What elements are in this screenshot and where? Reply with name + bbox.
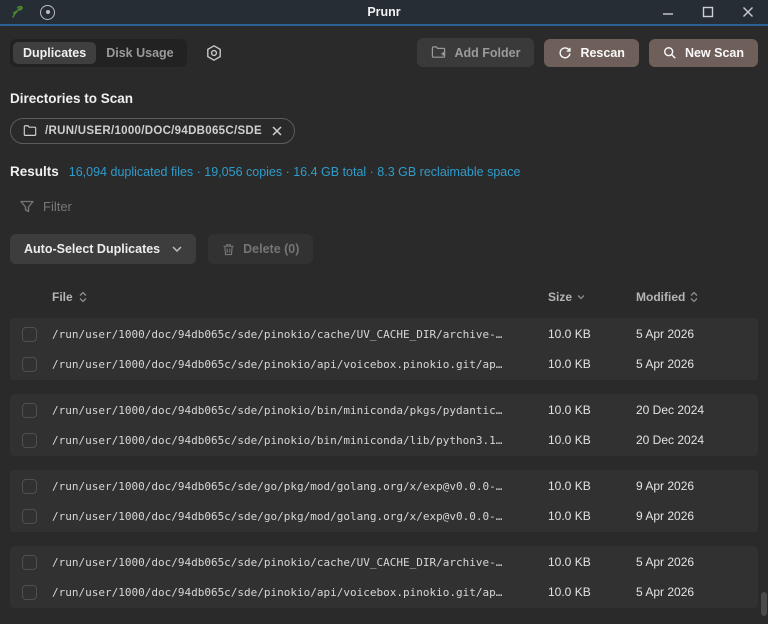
table-row[interactable]: /run/user/1000/doc/94db065c/sde/pinokio/… — [10, 319, 758, 349]
directories-heading: Directories to Scan — [10, 91, 758, 106]
row-checkbox[interactable] — [22, 433, 37, 448]
new-scan-button[interactable]: New Scan — [649, 39, 758, 67]
sort-both-icon — [690, 291, 698, 303]
folder-plus-icon — [431, 45, 446, 60]
file-modified: 5 Apr 2026 — [636, 327, 746, 341]
results-row: Results 16,094 duplicated files · 19,056… — [10, 164, 758, 179]
directory-chip-path: /RUN/USER/1000/DOC/94DB065C/SDE — [45, 125, 262, 137]
file-path: /run/user/1000/doc/94db065c/sde/pinokio/… — [52, 358, 548, 371]
sort-desc-icon — [577, 294, 585, 300]
filter-funnel-icon — [20, 200, 34, 214]
directory-chip: /RUN/USER/1000/DOC/94DB065C/SDE — [10, 118, 295, 144]
view-tab-group: Duplicates Disk Usage — [10, 39, 187, 67]
rescan-label: Rescan — [580, 46, 624, 60]
close-button[interactable] — [728, 0, 768, 24]
tab-duplicates[interactable]: Duplicates — [13, 42, 96, 64]
chevron-down-icon — [172, 246, 182, 252]
table-row[interactable]: /run/user/1000/doc/94db065c/sde/go/pkg/m… — [10, 471, 758, 501]
sort-both-icon — [79, 291, 87, 303]
duplicate-group: /run/user/1000/doc/94db065c/sde/pinokio/… — [10, 394, 758, 456]
table-row[interactable]: /run/user/1000/doc/94db065c/sde/pinokio/… — [10, 395, 758, 425]
file-size: 10.0 KB — [548, 357, 636, 371]
filter-row — [10, 199, 758, 214]
minimize-button[interactable] — [648, 0, 688, 24]
duplicates-list: /run/user/1000/doc/94db065c/sde/pinokio/… — [10, 318, 758, 608]
main-content: Duplicates Disk Usage Add Folder Rescan … — [0, 26, 768, 624]
file-path: /run/user/1000/doc/94db065c/sde/pinokio/… — [52, 434, 548, 447]
record-circle-icon[interactable] — [40, 5, 55, 20]
file-path: /run/user/1000/doc/94db065c/sde/pinokio/… — [52, 586, 548, 599]
add-folder-label: Add Folder — [454, 46, 520, 60]
duplicate-group: /run/user/1000/doc/94db065c/sde/pinokio/… — [10, 546, 758, 608]
delete-button[interactable]: Delete (0) — [208, 234, 313, 264]
folder-icon — [23, 124, 37, 138]
results-stats: 16,094 duplicated files · 19,056 copies … — [69, 165, 521, 179]
actions-row: Auto-Select Duplicates Delete (0) — [10, 234, 758, 264]
file-path: /run/user/1000/doc/94db065c/sde/go/pkg/m… — [52, 480, 548, 493]
app-plant-icon — [10, 4, 26, 20]
filter-input[interactable] — [43, 199, 343, 214]
search-icon — [663, 46, 677, 60]
table-header: File Size Modified — [10, 284, 758, 316]
table-row[interactable]: /run/user/1000/doc/94db065c/sde/pinokio/… — [10, 577, 758, 607]
auto-select-duplicates-button[interactable]: Auto-Select Duplicates — [10, 234, 196, 264]
file-modified: 9 Apr 2026 — [636, 479, 746, 493]
row-checkbox[interactable] — [22, 357, 37, 372]
file-size: 10.0 KB — [548, 555, 636, 569]
titlebar: Prunr — [0, 0, 768, 26]
toolbar: Duplicates Disk Usage Add Folder Rescan … — [10, 38, 758, 67]
file-modified: 5 Apr 2026 — [636, 555, 746, 569]
file-modified: 5 Apr 2026 — [636, 357, 746, 371]
maximize-button[interactable] — [688, 0, 728, 24]
table-row[interactable]: /run/user/1000/doc/94db065c/sde/pinokio/… — [10, 547, 758, 577]
file-modified: 20 Dec 2024 — [636, 433, 746, 447]
rescan-button[interactable]: Rescan — [544, 39, 638, 67]
file-path: /run/user/1000/doc/94db065c/sde/go/pkg/m… — [52, 510, 548, 523]
settings-gear-icon[interactable] — [205, 44, 223, 62]
duplicate-group: /run/user/1000/doc/94db065c/sde/pinokio/… — [10, 318, 758, 380]
new-scan-label: New Scan — [685, 46, 744, 60]
trash-icon — [222, 243, 235, 256]
file-size: 10.0 KB — [548, 509, 636, 523]
file-modified: 20 Dec 2024 — [636, 403, 746, 417]
file-path: /run/user/1000/doc/94db065c/sde/pinokio/… — [52, 404, 548, 417]
delete-label: Delete (0) — [243, 242, 299, 256]
file-size: 10.0 KB — [548, 327, 636, 341]
file-size: 10.0 KB — [548, 585, 636, 599]
remove-directory-icon[interactable] — [272, 126, 282, 136]
scrollbar-thumb[interactable] — [761, 592, 767, 616]
table-row[interactable]: /run/user/1000/doc/94db065c/sde/pinokio/… — [10, 349, 758, 379]
file-size: 10.0 KB — [548, 403, 636, 417]
row-checkbox[interactable] — [22, 327, 37, 342]
app-window: Prunr Duplicates Disk Usage — [0, 0, 768, 624]
refresh-icon — [558, 46, 572, 60]
row-checkbox[interactable] — [22, 509, 37, 524]
tab-disk-usage[interactable]: Disk Usage — [96, 42, 183, 64]
file-modified: 9 Apr 2026 — [636, 509, 746, 523]
duplicate-group: /run/user/1000/doc/94db065c/sde/go/pkg/m… — [10, 470, 758, 532]
column-header-file[interactable]: File — [52, 290, 548, 304]
file-modified: 5 Apr 2026 — [636, 585, 746, 599]
file-size: 10.0 KB — [548, 479, 636, 493]
scrollbar[interactable] — [760, 26, 767, 624]
column-header-modified[interactable]: Modified — [636, 290, 746, 304]
auto-select-label: Auto-Select Duplicates — [24, 242, 160, 256]
file-path: /run/user/1000/doc/94db065c/sde/pinokio/… — [52, 556, 548, 569]
row-checkbox[interactable] — [22, 555, 37, 570]
row-checkbox[interactable] — [22, 403, 37, 418]
file-size: 10.0 KB — [548, 433, 636, 447]
column-header-size[interactable]: Size — [548, 290, 636, 304]
add-folder-button[interactable]: Add Folder — [417, 38, 534, 67]
row-checkbox[interactable] — [22, 479, 37, 494]
table-row[interactable]: /run/user/1000/doc/94db065c/sde/pinokio/… — [10, 425, 758, 455]
results-label: Results — [10, 164, 59, 179]
row-checkbox[interactable] — [22, 585, 37, 600]
file-path: /run/user/1000/doc/94db065c/sde/pinokio/… — [52, 328, 548, 341]
table-row[interactable]: /run/user/1000/doc/94db065c/sde/go/pkg/m… — [10, 501, 758, 531]
